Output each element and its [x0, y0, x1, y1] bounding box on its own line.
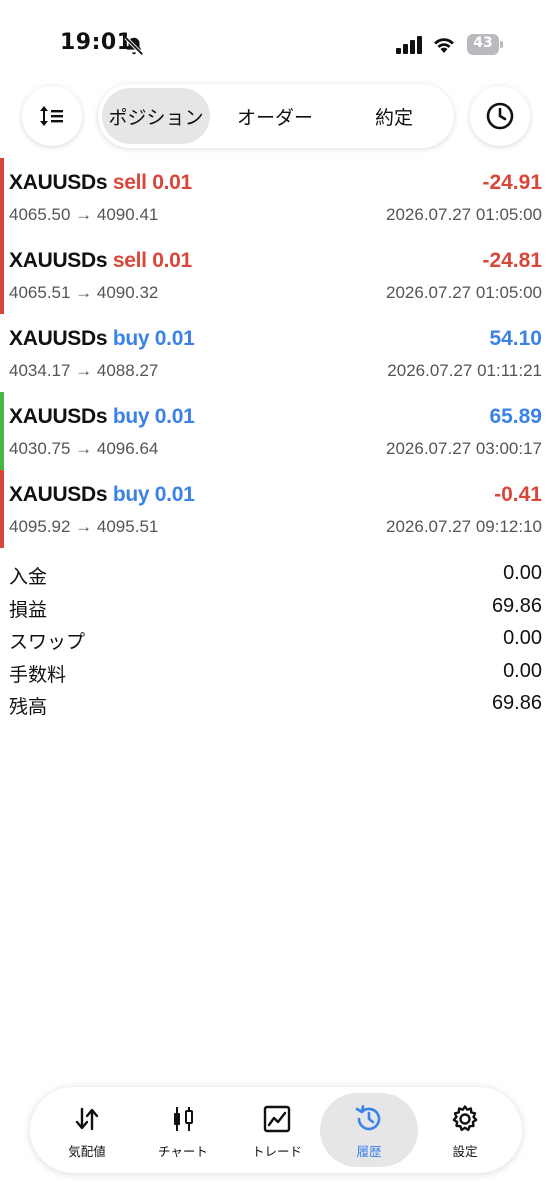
bell-off-icon [124, 36, 144, 56]
deal-volume: 0.01 [154, 327, 195, 350]
nav-item-quotes[interactable]: 気配値 [38, 1093, 136, 1167]
deal-type: buy [112, 327, 150, 350]
quotes-icon [75, 1107, 99, 1131]
summary-label: 手数料 [9, 663, 67, 686]
deal-row[interactable]: XAUUSDs buy 0.01 65.89 4030.75 → 4096.64 20… [0, 392, 552, 470]
deal-title: XAUUSDs buy 0.01 [9, 327, 195, 351]
nav-label: 設定 [452, 1144, 478, 1159]
deal-prices: 4030.75 → 4096.64 [9, 439, 159, 458]
deal-symbol: XAUUSDs [9, 249, 108, 272]
tab-orders[interactable]: オーダー [216, 88, 334, 144]
nav-item-trade[interactable]: トレード [228, 1093, 326, 1167]
deal-time: 2026.07.27 03:00:17 [386, 439, 542, 458]
deal-time: 2026.07.27 01:05:00 [386, 205, 542, 224]
nav-item-history[interactable]: 履歴 [320, 1093, 418, 1167]
status-time: 19:01 [60, 30, 133, 55]
deal-type: buy [112, 405, 150, 428]
summary-label: 残高 [9, 696, 48, 718]
summary-row-profit: 損益 69.86 [0, 591, 552, 624]
nav-item-settings[interactable]: 設定 [416, 1093, 514, 1167]
deal-symbol: XAUUSDs [9, 405, 108, 428]
history-icon [355, 1105, 381, 1131]
nav-label: 気配値 [68, 1144, 106, 1159]
gear-icon [452, 1105, 478, 1132]
deal-type: sell [112, 249, 147, 272]
deal-row[interactable]: XAUUSDs sell 0.01 -24.81 4065.51 → 4090.32… [0, 236, 552, 314]
nav-label: トレード [251, 1144, 302, 1159]
deal-title: XAUUSDs buy 0.01 [9, 405, 195, 429]
deal-prices: 4065.50 → 4090.41 [9, 205, 159, 224]
deal-row[interactable]: XAUUSDs sell 0.01 -24.91 4065.50 → 4090.41… [0, 158, 552, 236]
summary-label: 入金 [9, 566, 48, 588]
deal-time: 2026.07.27 09:12:10 [386, 517, 542, 536]
sort-icon [40, 106, 63, 126]
summary-row-balance: 残高 69.86 [0, 688, 552, 721]
deal-type: sell [112, 171, 147, 194]
deal-time: 2026.07.27 01:05:00 [386, 283, 542, 302]
trade-chart-icon [263, 1105, 291, 1133]
bottom-nav: 気配値 チャート トレード 履歴 設定 [30, 1087, 522, 1173]
nav-item-chart[interactable]: チャート [134, 1093, 232, 1167]
deal-color-bar [0, 314, 4, 392]
summary-section: 入金 0.00 損益 69.86 スワップ 0.00 手数料 0.00 残高 6… [0, 558, 552, 721]
battery-indicator: 43 [467, 34, 503, 55]
summary-value: 69.86 [491, 692, 542, 714]
summary-value: 0.00 [503, 627, 542, 649]
deal-color-bar [0, 470, 4, 548]
status-bar: 19:01 43 [0, 0, 552, 90]
deal-title: XAUUSDs buy 0.01 [9, 483, 195, 507]
summary-row-commission: 手数料 0.00 [0, 656, 552, 689]
tab-deals[interactable]: 約定 [338, 88, 450, 144]
deal-volume: 0.01 [152, 249, 192, 272]
deal-color-bar [0, 392, 4, 470]
deal-title: XAUUSDs sell 0.01 [9, 171, 192, 195]
deal-row[interactable]: XAUUSDs buy 0.01 -0.41 4095.92 → 4095.51 20… [0, 470, 552, 548]
deal-profit: -24.81 [482, 249, 542, 272]
deal-row[interactable]: XAUUSDs buy 0.01 54.10 4034.17 → 4088.27 20… [0, 314, 552, 392]
nav-label: 履歴 [356, 1144, 382, 1159]
deal-volume: 0.01 [154, 405, 195, 428]
deal-prices: 4065.51 → 4090.32 [9, 283, 159, 302]
sort-button[interactable] [22, 86, 82, 146]
deal-type: buy [112, 483, 150, 506]
battery-level: 43 [473, 35, 493, 51]
deal-profit: -0.41 [494, 483, 542, 506]
deal-time: 2026.07.27 01:11:21 [387, 361, 542, 380]
candlestick-icon [174, 1107, 193, 1131]
deal-profit: -24.91 [482, 171, 542, 194]
deal-symbol: XAUUSDs [9, 171, 108, 194]
deal-volume: 0.01 [154, 483, 195, 506]
wifi-icon [434, 38, 454, 53]
tab-positions[interactable]: ポジション [102, 88, 210, 144]
deal-profit: 65.89 [489, 405, 542, 428]
summary-value: 0.00 [503, 562, 542, 584]
deal-color-bar [0, 236, 4, 314]
deal-symbol: XAUUSDs [9, 483, 108, 506]
deal-prices: 4095.92 → 4095.51 [9, 517, 159, 536]
summary-row-deposit: 入金 0.00 [0, 558, 552, 591]
deal-symbol: XAUUSDs [9, 327, 108, 350]
summary-value: 69.86 [491, 594, 542, 617]
deal-title: XAUUSDs sell 0.01 [9, 249, 192, 273]
summary-value: 0.00 [503, 659, 542, 682]
summary-label: スワップ [9, 631, 86, 653]
deal-color-bar [0, 158, 4, 236]
clock-icon [486, 102, 514, 130]
summary-label: 損益 [9, 598, 48, 621]
deal-volume: 0.01 [152, 171, 192, 194]
history-segmented-control: ポジション オーダー 約定 [98, 84, 454, 148]
signal-icon [396, 36, 422, 54]
period-button[interactable] [470, 86, 530, 146]
deal-prices: 4034.17 → 4088.27 [9, 361, 159, 380]
deals-list: XAUUSDs sell 0.01 -24.91 4065.50 → 4090.41… [0, 158, 552, 548]
summary-row-swap: スワップ 0.00 [0, 623, 552, 656]
nav-label: チャート [158, 1144, 208, 1159]
deal-profit: 54.10 [489, 327, 542, 350]
